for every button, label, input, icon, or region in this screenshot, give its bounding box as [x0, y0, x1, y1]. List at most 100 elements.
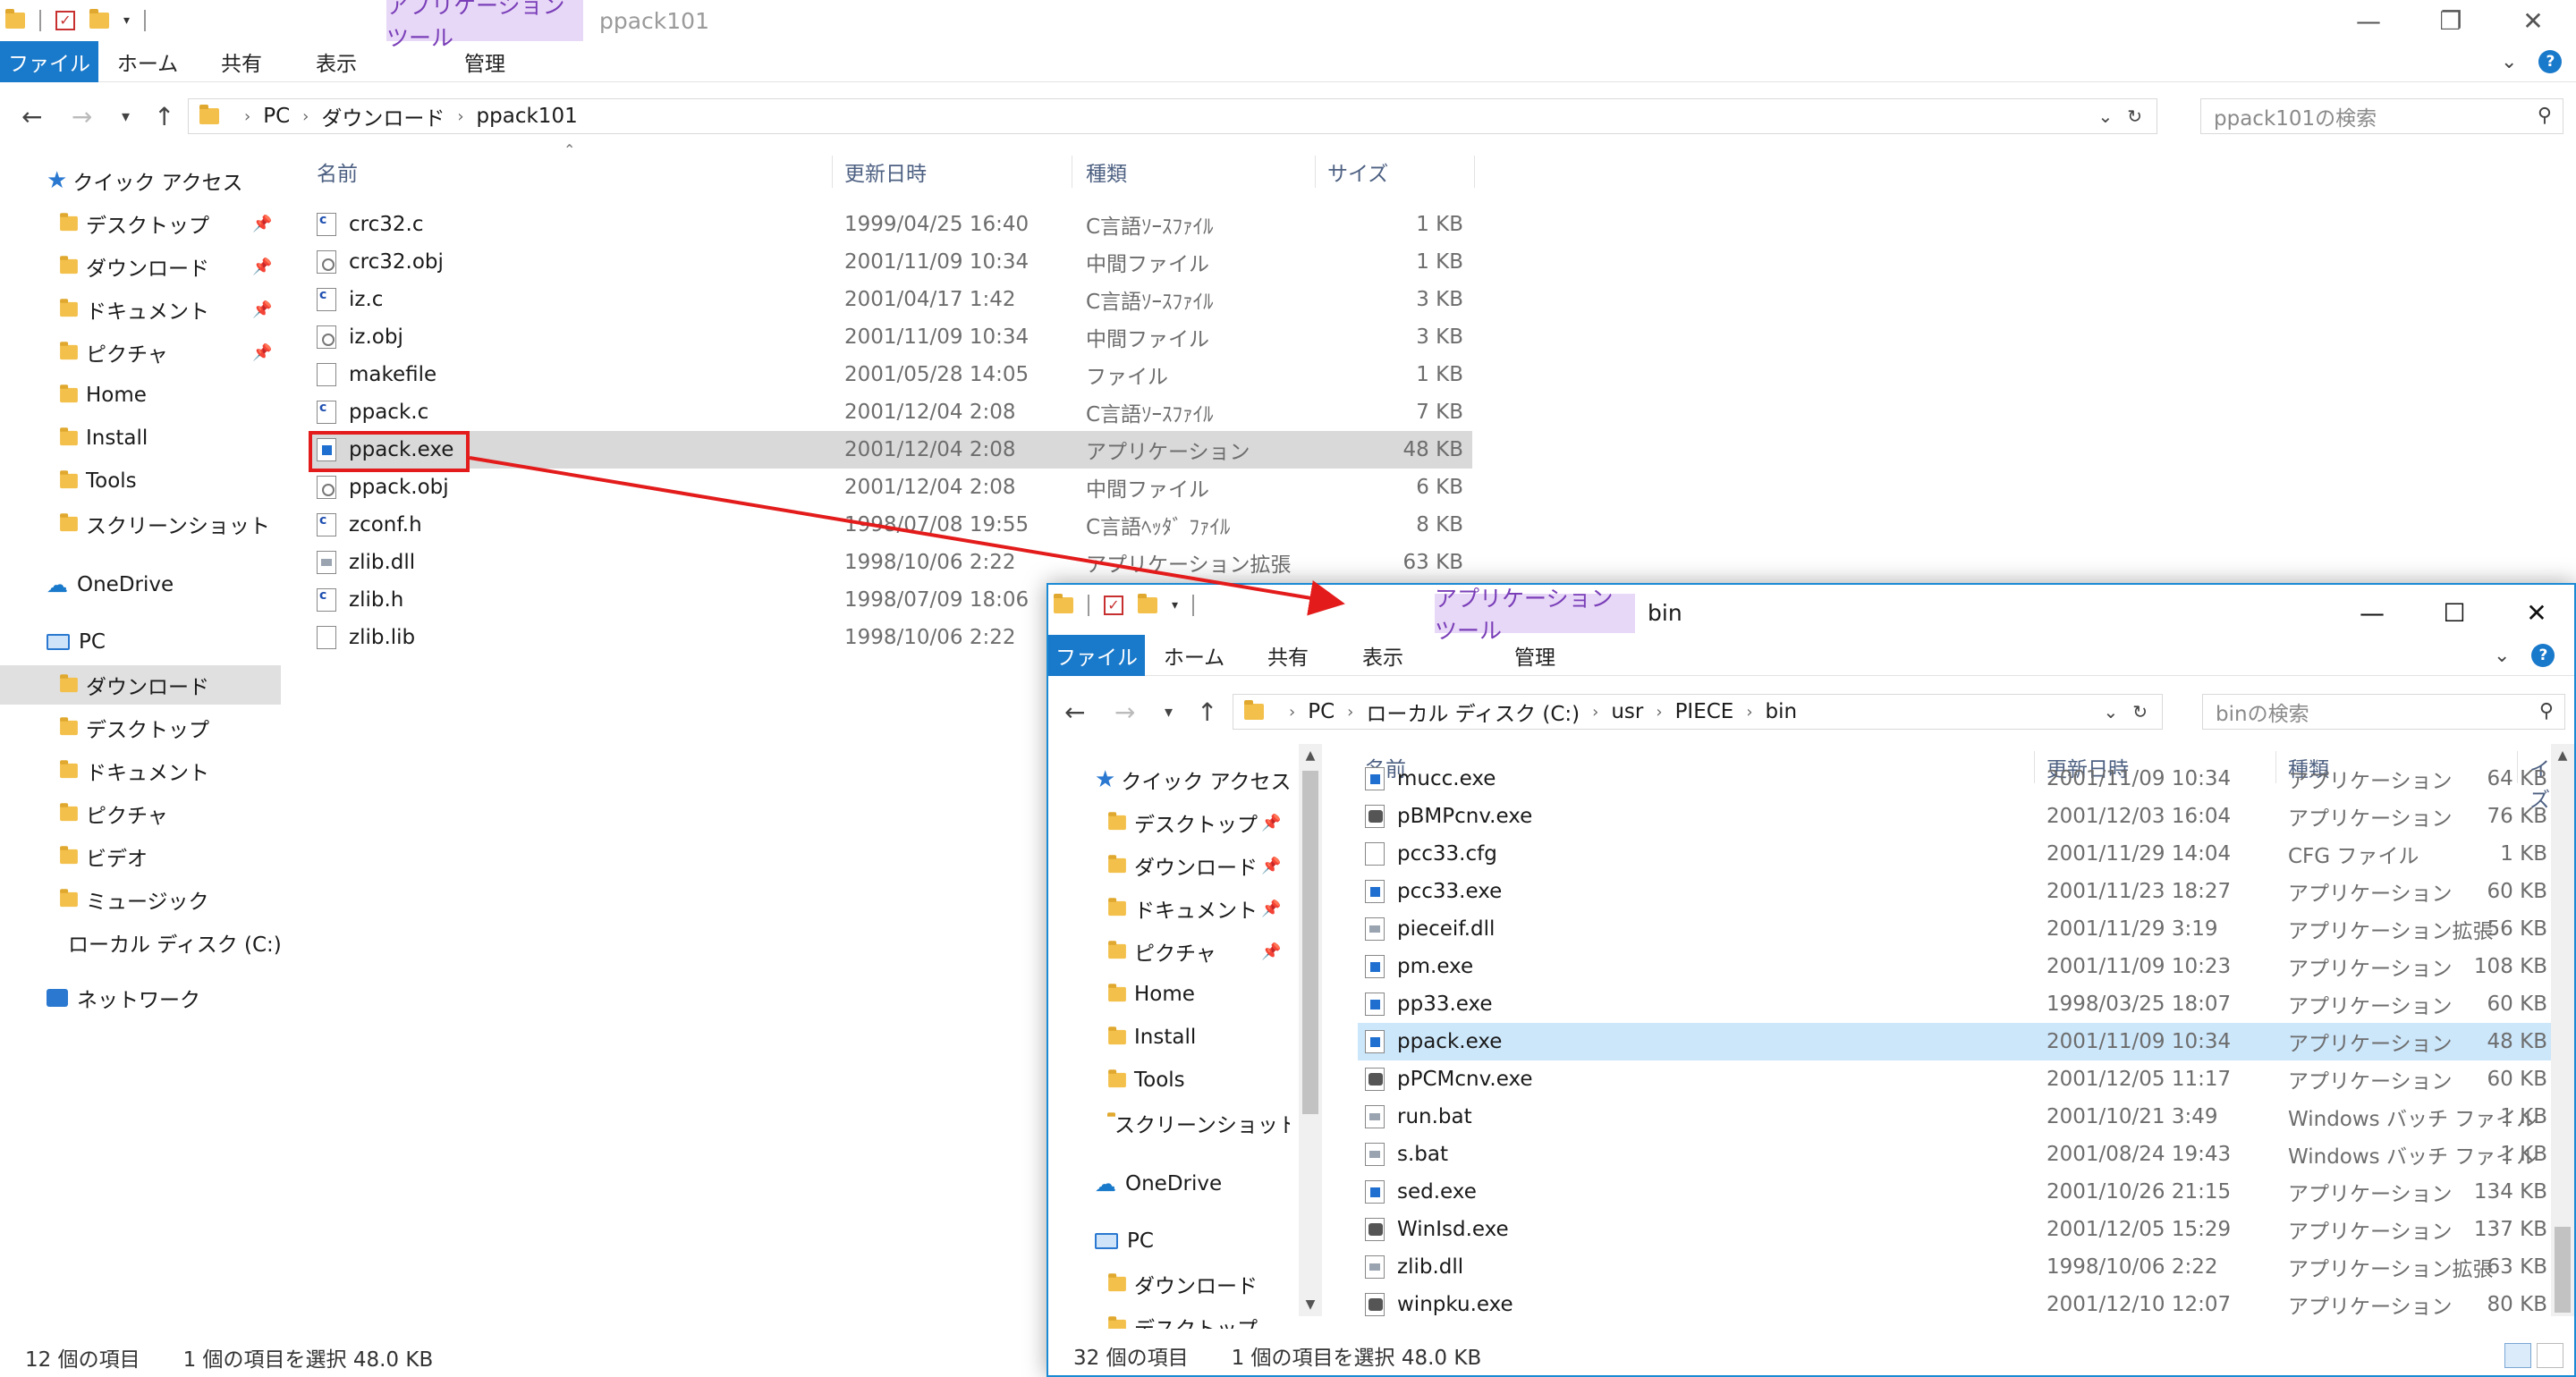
nav-item-onedrive[interactable]: ☁ OneDrive — [0, 565, 281, 604]
nav-item-folder-15[interactable]: ビデオ — [0, 837, 281, 876]
search-box[interactable]: binの検索 ⚲ — [2202, 694, 2565, 730]
tab-manage[interactable]: 管理 — [386, 41, 583, 82]
minimize-button[interactable]: — — [2331, 592, 2413, 633]
file-row[interactable]: iz.obj 2001/11/09 10:34 中間ファイル 3 KB — [309, 318, 1472, 356]
nav-item-folder-4[interactable]: ピクチャ 📌 — [1048, 932, 1290, 971]
customize-qat-icon[interactable]: ▾ — [1172, 598, 1178, 612]
file-row[interactable]: WinIsd.exe 2001/12/05 15:29 アプリケーション 137 KB — [1358, 1211, 2556, 1248]
nav-item-pc[interactable]: PC — [1048, 1221, 1290, 1261]
back-button[interactable]: ← — [1064, 688, 1085, 735]
nav-item-folder-11[interactable]: ダウンロード — [1048, 1264, 1290, 1304]
maximize-button[interactable]: ☐ — [2413, 592, 2496, 633]
nav-item-folder-3[interactable]: ドキュメント 📌 — [0, 290, 281, 329]
tab-share[interactable]: 共有 — [197, 41, 286, 82]
crumb-usr[interactable]: usr — [1611, 700, 1643, 723]
customize-qat-icon[interactable]: ▾ — [123, 13, 130, 28]
file-row[interactable]: sed.exe 2001/10/26 21:15 アプリケーション 134 KB — [1358, 1173, 2556, 1211]
nav-item-net-18[interactable]: ネットワーク — [0, 978, 281, 1018]
properties-icon[interactable]: ✓ — [55, 11, 75, 30]
column-header-type[interactable]: 種類 — [1086, 152, 1127, 191]
help-icon[interactable]: ? — [2538, 50, 2563, 73]
scroll-up-icon[interactable]: ▲ — [1299, 744, 1322, 767]
search-icon[interactable]: ⚲ — [2538, 105, 2552, 127]
recent-locations-button[interactable]: ▾ — [1165, 688, 1173, 735]
address-bar[interactable]: › PC › ローカル ディスク (C:) › usr › PIECE › bi… — [1233, 694, 2163, 730]
nav-item-pc[interactable]: PC — [0, 622, 281, 662]
nav-item-folder-8[interactable]: スクリーンショット — [0, 504, 281, 544]
file-row[interactable]: zlib.dll 1998/10/06 2:22 アプリケーション拡張 63 KB — [309, 544, 1472, 581]
file-row[interactable]: run.bat 2001/10/21 3:49 Windows バッチ ファイル 1 … — [1358, 1098, 2556, 1136]
nav-item-folder-12[interactable]: デスクトップ — [0, 708, 281, 748]
minimize-button[interactable]: — — [2327, 0, 2410, 41]
crumb-pc[interactable]: PC — [1308, 700, 1335, 723]
crumb-downloads[interactable]: ダウンロード — [321, 101, 445, 131]
forward-button[interactable]: → — [72, 93, 92, 139]
scroll-thumb[interactable] — [2555, 1227, 2571, 1313]
crumb-pc[interactable]: PC — [263, 105, 290, 128]
crumb-piece[interactable]: PIECE — [1675, 700, 1734, 723]
up-button[interactable]: ↑ — [154, 93, 174, 139]
search-input[interactable]: ppack101の検索 — [2214, 101, 2377, 131]
nav-item-tools[interactable]: Tools — [1048, 1060, 1290, 1100]
crumb-ppack101[interactable]: ppack101 — [477, 105, 578, 128]
file-row[interactable]: ppack.exe 2001/11/09 10:34 アプリケーション 48 KB — [1358, 1023, 2556, 1060]
expand-ribbon-icon[interactable]: ⌄ — [2494, 645, 2510, 667]
new-folder-icon[interactable] — [1138, 594, 1157, 613]
tab-view[interactable]: 表示 — [1335, 635, 1431, 676]
nav-pane-scrollbar[interactable]: ▲ ▼ — [1299, 744, 1322, 1316]
address-bar[interactable]: › PC › ダウンロード › ppack101 ⌄ ↻ — [188, 98, 2157, 134]
expand-ribbon-icon[interactable]: ⌄ — [2501, 51, 2517, 73]
nav-item-home[interactable]: Home — [1048, 975, 1290, 1014]
nav-item-folder-8[interactable]: スクリーンショット — [1048, 1103, 1290, 1143]
file-row[interactable]: s.bat 2001/08/24 19:43 Windows バッチ ファイル 1 K… — [1358, 1136, 2556, 1173]
tab-manage[interactable]: 管理 — [1435, 635, 1635, 676]
help-icon[interactable]: ? — [2531, 644, 2555, 667]
file-row[interactable]: crc32.obj 2001/11/09 10:34 中間ファイル 1 KB — [309, 243, 1472, 281]
tab-view[interactable]: 表示 — [288, 41, 385, 82]
file-row[interactable]: zlib.dll 1998/10/06 2:22 アプリケーション拡張 63 KB — [1358, 1248, 2556, 1286]
file-row[interactable]: ppack.c 2001/12/04 2:08 C言語ｿｰｽﾌｧｲﾙ 7 KB — [309, 393, 1472, 431]
tab-home[interactable]: ホーム — [100, 41, 195, 82]
column-divider[interactable] — [1474, 156, 1475, 188]
nav-item-folder-1[interactable]: デスクトップ 📌 — [1048, 803, 1290, 842]
recent-locations-button[interactable]: ▾ — [122, 93, 130, 139]
close-button[interactable]: ✕ — [2492, 0, 2574, 41]
new-folder-icon[interactable] — [89, 9, 109, 29]
nav-item-folder-13[interactable]: ドキュメント — [0, 751, 281, 790]
nav-item-quick-0[interactable]: ★ クイック アクセス — [0, 161, 281, 200]
refresh-icon[interactable]: ↻ — [2132, 701, 2148, 722]
column-divider[interactable] — [832, 156, 833, 188]
file-row[interactable]: pcc33.exe 2001/11/23 18:27 アプリケーション 60 KB — [1358, 873, 2556, 910]
scroll-up-icon[interactable]: ▲ — [2551, 744, 2574, 767]
refresh-icon[interactable]: ↻ — [2127, 106, 2142, 127]
file-row[interactable]: pm.exe 2001/11/09 10:23 アプリケーション 108 KB — [1358, 948, 2556, 985]
nav-item-install[interactable]: Install — [1048, 1018, 1290, 1057]
file-row[interactable]: mucc.exe 2001/11/09 10:34 アプリケーション 64 KB — [1358, 760, 2556, 798]
large-icons-view-button[interactable] — [2537, 1343, 2563, 1368]
column-header-name[interactable]: 名前 — [317, 152, 358, 191]
close-button[interactable]: ✕ — [2496, 592, 2574, 633]
search-input[interactable]: binの検索 — [2216, 697, 2309, 727]
file-list-scrollbar[interactable]: ▲ — [2551, 744, 2574, 1316]
details-view-button[interactable] — [2504, 1343, 2531, 1368]
file-row[interactable]: makefile 2001/05/28 14:05 ファイル 1 KB — [309, 356, 1472, 393]
crumb-local-disk[interactable]: ローカル ディスク (C:) — [1366, 697, 1580, 727]
scroll-thumb[interactable] — [1302, 771, 1318, 1114]
address-dropdown-icon[interactable]: ⌄ — [2103, 701, 2118, 722]
nav-item-folder-3[interactable]: ドキュメント 📌 — [1048, 889, 1290, 928]
forward-button[interactable]: → — [1114, 688, 1135, 735]
nav-item-onedrive[interactable]: ☁ OneDrive — [1048, 1164, 1290, 1204]
nav-item-c[interactable]: ローカル ディスク (C:) — [0, 923, 282, 962]
address-dropdown-icon[interactable]: ⌄ — [2097, 106, 2113, 127]
file-row[interactable]: zconf.h 1998/07/08 19:55 C言語ﾍｯﾀﾞ ﾌｧｲﾙ 8 KB — [309, 506, 1472, 544]
nav-item-folder-16[interactable]: ミュージック — [0, 880, 281, 919]
file-row[interactable]: crc32.c 1999/04/25 16:40 C言語ｿｰｽﾌｧｲﾙ 1 KB — [309, 206, 1472, 243]
column-header-date[interactable]: 更新日時 — [844, 152, 927, 191]
nav-item-folder-1[interactable]: デスクトップ 📌 — [0, 204, 281, 243]
search-box[interactable]: ppack101の検索 ⚲ — [2200, 98, 2563, 134]
nav-item-folder-2[interactable]: ダウンロード 📌 — [1048, 846, 1290, 885]
nav-item-folder-4[interactable]: ピクチャ 📌 — [0, 333, 281, 372]
column-divider[interactable] — [1315, 156, 1316, 188]
up-button[interactable]: ↑ — [1197, 688, 1217, 735]
file-row[interactable]: pcc33.cfg 2001/11/29 14:04 CFG ファイル 1 KB — [1358, 835, 2556, 873]
